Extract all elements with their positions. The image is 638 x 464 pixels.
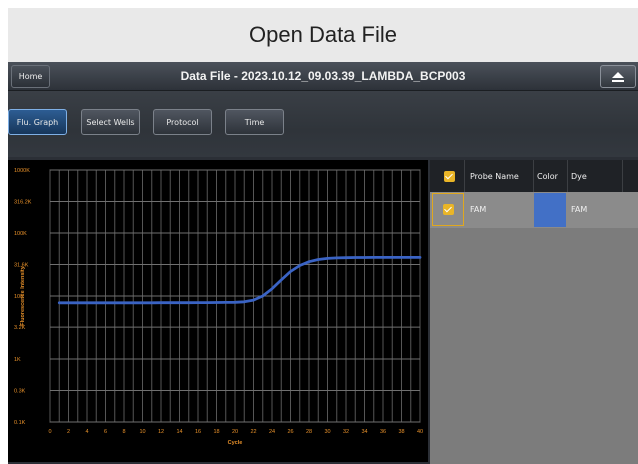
caption-title: Open Data File xyxy=(8,8,638,62)
app-window: Home Data File - 2023.10.12_09.03.39_LAM… xyxy=(8,62,638,464)
home-button[interactable]: Home xyxy=(11,65,50,88)
x-tick-label: 20 xyxy=(232,429,238,435)
header-dye: Dye xyxy=(571,172,587,181)
fluorescence-chart: 1000K 316.2K 100K 31.6K 10K 3.2K 1K 0.3K 0.1K 0 2 4… xyxy=(8,160,428,462)
window-title: Data File - 2023.10.12_09.03.39_LAMBDA_B… xyxy=(180,69,466,83)
y-tick-label: 0.1K xyxy=(14,420,26,426)
x-tick-label: 12 xyxy=(158,429,164,435)
x-tick-label: 34 xyxy=(361,429,367,435)
tab-time[interactable]: Time xyxy=(225,109,284,135)
x-tick-label: 8 xyxy=(122,429,125,435)
y-tick-label: 100K xyxy=(14,231,27,237)
x-tick-label: 4 xyxy=(85,429,88,435)
x-tick-label: 36 xyxy=(380,429,386,435)
eject-button[interactable] xyxy=(600,65,636,88)
row-dye: FAM xyxy=(571,205,588,214)
select-all-checkbox[interactable] xyxy=(444,171,455,182)
row-probe-name: FAM xyxy=(470,205,487,214)
x-tick-label: 2 xyxy=(67,429,70,435)
x-tick-label: 6 xyxy=(104,429,107,435)
chart-svg: 1000K316.2K100K31.6K10K3.2K1K0.3K0.1K0 2 4… xyxy=(14,168,423,446)
x-tick-label: 32 xyxy=(343,429,349,435)
probe-table: Probe Name Color Dye FAM FAM xyxy=(430,160,638,464)
y-tick-label: 316.2K xyxy=(14,200,32,206)
x-tick-label: 28 xyxy=(306,429,312,435)
x-tick-label: 26 xyxy=(287,429,293,435)
tab-flu-graph[interactable]: Flu. Graph xyxy=(8,109,67,135)
x-tick-label: 38 xyxy=(398,429,404,435)
y-tick-label: 1K xyxy=(14,357,21,363)
top-bar: Home Data File - 2023.10.12_09.03.39_LAM… xyxy=(8,62,638,91)
x-tick-label: 40 xyxy=(417,429,423,435)
eject-icon xyxy=(612,71,624,82)
x-tick-label: 10 xyxy=(139,429,145,435)
header-probe-name: Probe Name xyxy=(470,172,519,181)
x-tick-label: 30 xyxy=(324,429,330,435)
tab-bar: Flu. Graph Select Wells Protocol Time xyxy=(8,91,638,157)
x-tick-label: 16 xyxy=(195,429,201,435)
color-swatch[interactable] xyxy=(534,193,566,227)
y-axis-label: Fluorescence Intensity xyxy=(20,265,26,326)
tab-select-wells[interactable]: Select Wells xyxy=(81,109,140,135)
y-tick-label: 1000K xyxy=(14,168,30,174)
tab-protocol[interactable]: Protocol xyxy=(153,109,212,135)
x-tick-label: 14 xyxy=(176,429,182,435)
x-axis-label: Cycle xyxy=(228,440,243,446)
y-tick-label: 0.3K xyxy=(14,389,26,395)
table-header: Probe Name Color Dye xyxy=(430,160,638,192)
x-tick-label: 0 xyxy=(48,429,51,435)
row-checkbox[interactable] xyxy=(443,204,454,215)
header-color: Color xyxy=(537,172,558,181)
x-tick-label: 18 xyxy=(213,429,219,435)
x-tick-label: 24 xyxy=(269,429,275,435)
screenshot-frame: Open Data File Home Data File - 2023.10.… xyxy=(0,0,638,464)
x-tick-label: 22 xyxy=(250,429,256,435)
